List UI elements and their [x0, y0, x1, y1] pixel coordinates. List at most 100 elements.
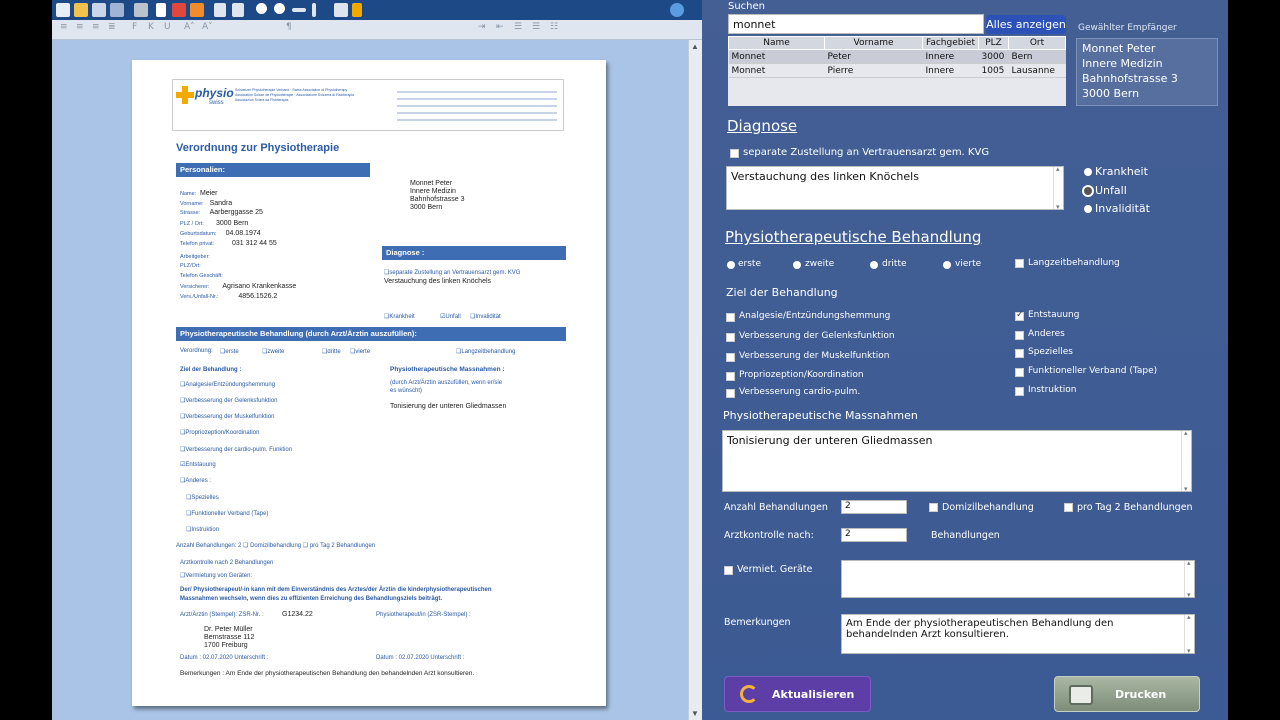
italic-button[interactable]: K — [148, 22, 154, 32]
arztkontrolle-input[interactable]: 2 — [841, 528, 907, 542]
underline-button[interactable]: U — [164, 22, 171, 32]
paste-icon[interactable] — [190, 3, 204, 17]
justify-icon[interactable]: ≣ — [108, 22, 116, 32]
table-row[interactable]: Monnet Pierre Innere 1005 Lausanne — [728, 63, 1066, 78]
behandlungen-label: Behandlungen — [931, 530, 1000, 541]
textarea-scrollbar[interactable] — [1184, 559, 1194, 599]
vermiet-checkbox[interactable] — [724, 566, 733, 575]
indent-increase-icon[interactable]: ⇥ — [478, 22, 486, 32]
bullet-list-icon[interactable]: ☰ — [514, 22, 522, 32]
ziel-checkbox[interactable] — [1015, 368, 1024, 377]
suchen-label: Suchen — [728, 1, 766, 12]
textarea-scrollbar[interactable] — [1181, 429, 1191, 493]
right-letterbox — [1228, 0, 1280, 720]
bemerkungen-textarea[interactable]: Am Ende der physiotherapeutischen Behand… — [841, 613, 1195, 655]
ziel-checkbox[interactable] — [726, 313, 735, 322]
edit-pencil-icon[interactable] — [352, 3, 362, 17]
ziel-checkbox[interactable] — [1015, 349, 1024, 358]
vierte-radio[interactable] — [943, 261, 951, 269]
zoom-out-icon[interactable] — [274, 3, 285, 14]
fit-width-icon[interactable] — [292, 8, 306, 12]
cell: Pierre — [824, 63, 923, 78]
indent-decrease-icon[interactable]: ⇤ — [496, 22, 504, 32]
domizil-checkbox[interactable] — [929, 503, 938, 512]
massnahmen-textarea[interactable]: Tonisierung der unteren Gliedmassen — [722, 429, 1192, 493]
krankheit-radio[interactable] — [1084, 168, 1092, 176]
gewaehlter-label: Gewählter Empfänger — [1078, 23, 1177, 33]
undo-icon[interactable] — [214, 3, 226, 17]
list-level-icon[interactable]: ☷ — [550, 22, 558, 32]
ziel-item: ❑Analgesie/Entzündungshemmung — [180, 382, 276, 388]
bemerkungen-line: Bemerkungen : Am Ende der physiotherapeu… — [180, 670, 475, 677]
search-input[interactable]: monnet — [728, 14, 984, 34]
redo-icon[interactable] — [232, 3, 244, 17]
ziel-checkbox[interactable] — [726, 353, 735, 362]
col-fachgebiet[interactable]: Fachgebiet — [922, 36, 979, 50]
drucken-button[interactable]: Drucken — [1054, 676, 1200, 712]
font-grow-button[interactable]: A˄ — [184, 22, 195, 32]
ziel-checkbox[interactable] — [726, 333, 735, 342]
ziel-sub-item: ❑Spezielles — [186, 495, 219, 501]
arztkontrolle-label: Arztkontrolle nach: — [724, 530, 814, 541]
help-icon[interactable] — [670, 3, 684, 17]
langzeit-checkbox[interactable] — [1015, 259, 1024, 268]
col-vorname[interactable]: Vorname — [824, 36, 923, 50]
textarea-scrollbar[interactable] — [1053, 165, 1063, 211]
table-row[interactable]: Monnet Peter Innere 3000 Bern — [728, 49, 1066, 64]
org-line: Associaziun Svizra da Fisioterapia — [235, 98, 289, 102]
ziel-item: ❑Verbesserung der Muskelfunktion — [180, 414, 275, 420]
ziel-checkbox[interactable] — [1015, 387, 1024, 396]
diagnose-textarea[interactable]: Verstauchung des linken Knöchels — [726, 165, 1064, 211]
zweite-radio[interactable] — [793, 261, 801, 269]
ziel-label: Funktioneller Verband (Tape) — [1028, 366, 1158, 376]
col-plz[interactable]: PLZ — [978, 36, 1009, 50]
cut-icon[interactable] — [156, 3, 166, 17]
pro-tag-checkbox[interactable] — [1064, 503, 1073, 512]
recipient-line: Innere Medizin — [1082, 57, 1163, 70]
bold-button[interactable]: F — [132, 22, 137, 32]
save-as-icon[interactable] — [110, 3, 124, 17]
ziel-checkbox[interactable] — [726, 372, 735, 381]
ziel-checkbox[interactable] — [1015, 331, 1024, 340]
new-document-icon[interactable] — [56, 3, 70, 17]
behandlung-header: Physiotherapeutische Behandlung (durch A… — [176, 327, 566, 341]
fit-height-icon[interactable] — [312, 3, 316, 17]
save-icon[interactable] — [92, 3, 106, 17]
editor-scrollbar[interactable]: ▲ ▼ — [688, 40, 702, 720]
field-value: 3000 Bern — [216, 220, 249, 227]
align-left-icon[interactable]: ≡ — [60, 22, 68, 32]
export-icon[interactable] — [334, 3, 348, 17]
invaliditaet-radio[interactable] — [1084, 205, 1092, 213]
field-label: Name: — [180, 191, 197, 197]
open-folder-icon[interactable] — [74, 3, 88, 17]
field-label: Versicherer: — [180, 284, 210, 290]
dritte-radio[interactable] — [870, 261, 878, 269]
copy-icon[interactable] — [172, 3, 186, 17]
unfall-radio[interactable] — [1084, 187, 1092, 195]
paragraph-button[interactable]: ¶ — [286, 22, 292, 32]
aktualisieren-button[interactable]: Aktualisieren — [724, 676, 871, 712]
anzahl-input[interactable]: 2 — [841, 500, 907, 514]
col-ort[interactable]: Ort — [1008, 36, 1066, 50]
print-icon[interactable] — [134, 3, 148, 17]
ziel-checkbox[interactable] — [1015, 310, 1024, 321]
prescription-form-panel: Suchen monnet Alles anzeigen Gewählter E… — [702, 0, 1228, 720]
zoom-in-icon[interactable] — [256, 3, 267, 14]
numbered-list-icon[interactable]: ☰ — [532, 22, 540, 32]
col-name[interactable]: Name — [728, 36, 825, 50]
ziel-label: Instruktion — [1028, 385, 1077, 395]
alles-anzeigen-button[interactable]: Alles anzeigen — [986, 15, 1066, 34]
vermiet-textarea[interactable] — [841, 559, 1195, 599]
align-center-icon[interactable]: ≡ — [76, 22, 84, 32]
ziel-label: Verbesserung der Gelenksfunktion — [739, 331, 895, 341]
font-shrink-button[interactable]: A˅ — [202, 22, 213, 32]
recipient-line: Innere Medizin — [410, 188, 456, 195]
ziel-sub-item: ❑Funktioneller Verband (Tape) — [186, 511, 269, 517]
field-label: Telefon privat: — [180, 241, 215, 247]
align-right-icon[interactable]: ≡ — [92, 22, 100, 32]
cell: 3000 — [978, 49, 1009, 64]
erste-radio[interactable] — [727, 261, 735, 269]
textarea-scrollbar[interactable] — [1184, 613, 1194, 655]
ziel-checkbox[interactable] — [726, 389, 735, 398]
separate-zustellung-checkbox[interactable] — [730, 149, 739, 158]
